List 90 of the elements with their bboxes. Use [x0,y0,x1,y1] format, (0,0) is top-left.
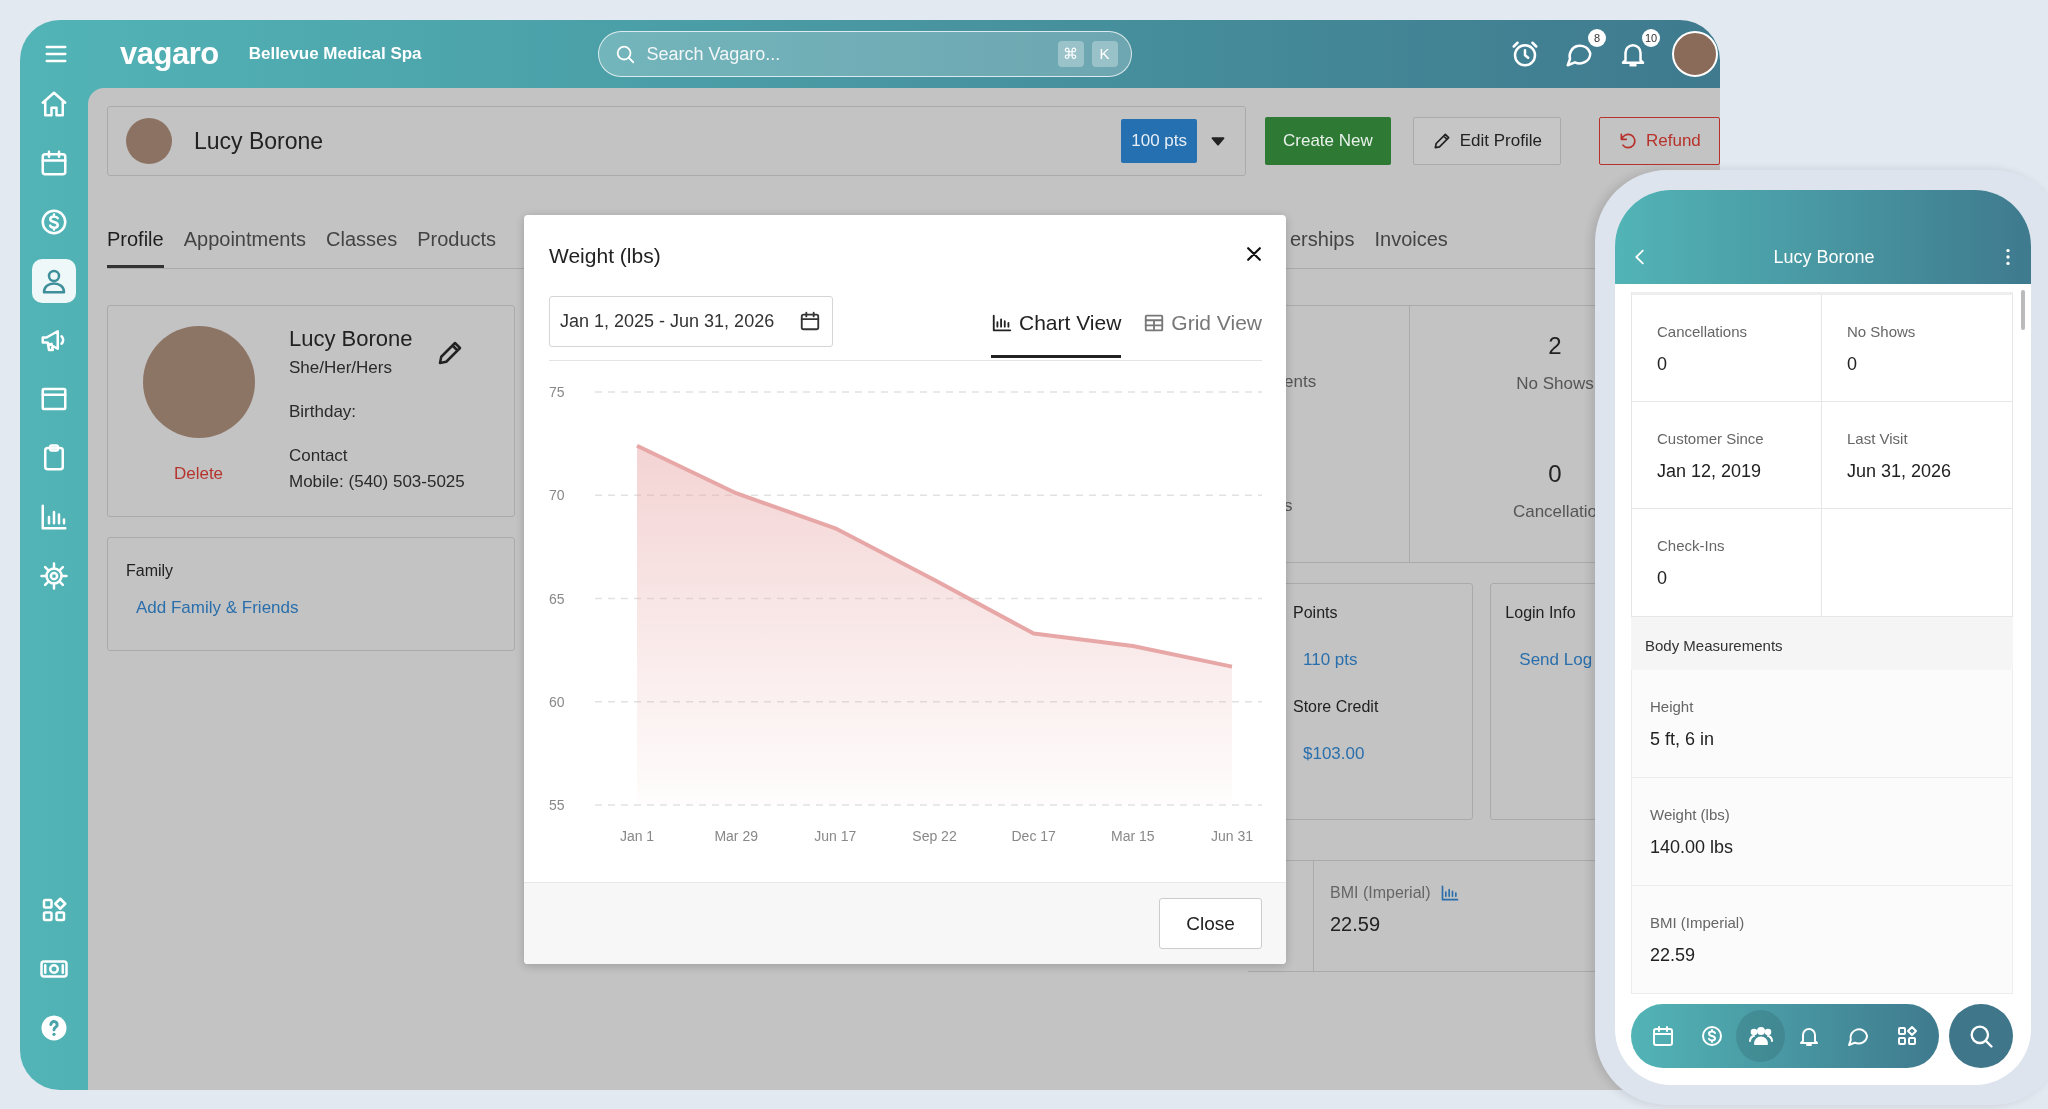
stat-value: 2 [1548,332,1562,360]
y-axis-label: 65 [549,590,565,607]
house-icon [39,89,69,119]
measurement-value: 22.59 [1650,945,1697,966]
points-value[interactable]: 110 pts [1303,650,1358,670]
x-axis-label: Jun 17 [814,828,857,844]
measurement-label: BMI (Imperial) [1650,914,1746,931]
tab[interactable]: Classes [326,224,398,268]
measurement-label: Weight (lbs) [1650,806,1731,823]
stat-label: Customer Since [1657,430,1765,447]
store-credit-value[interactable]: $103.00 [1303,744,1365,764]
delete-link[interactable]: Delete [173,464,224,484]
close-icon[interactable] [1244,244,1264,264]
y-axis-label: 70 [549,487,565,504]
stat-label: Cancellatio [1512,502,1598,522]
calendar-icon [39,148,69,178]
avatar[interactable] [1672,31,1718,77]
card-title: Family [126,562,175,580]
stat-value: Jun 31, 2026 [1847,461,1953,482]
stat-label: No Shows [1847,323,1917,340]
card-title: Points [1293,604,1339,622]
tab[interactable]: Profile [107,224,164,268]
customer-name: Lucy Borone [289,326,413,352]
measurement-label: Height [1650,698,1695,715]
stat-value: 0 [1657,568,1668,589]
tab[interactable]: Invoices [1374,224,1448,268]
calendar-icon [799,310,821,332]
send-login-link[interactable]: Send Log [1519,650,1593,670]
close-button[interactable]: Close [1159,898,1262,949]
shortcut-key: ⌘ [1057,41,1084,67]
x-axis-label: Sep 22 [912,828,957,844]
tab[interactable]: erships [1290,224,1355,268]
tab[interactable]: Products [417,224,497,268]
create-new-button[interactable]: Create New [1265,117,1391,165]
stat-label: Cancellations [1657,323,1749,340]
add-family-link[interactable]: Add Family & Friends [136,598,514,618]
dollar-icon [39,207,69,237]
business-name: Bellevue Medical Spa [248,44,422,64]
stat-value: 0 [1847,354,1858,375]
measurement-value: 22.59 [1330,913,1382,936]
x-axis-label: Mar 29 [714,828,758,844]
bar-chart-icon[interactable] [1440,883,1461,903]
shortcut-key: K [1091,41,1118,67]
settings-icon [39,561,69,591]
scrollbar-thumb[interactable] [2021,290,2025,330]
stat-label: Last Visit [1847,430,1909,447]
date-range-field[interactable]: Jan 1, 2025 - Jun 31, 2026 [549,296,833,347]
stat-value: 0 [1657,354,1668,375]
x-axis-label: Jan 1 [619,828,655,844]
stat-value: 0 [1548,460,1562,488]
stat-label: No Shows [1516,374,1594,394]
y-axis-label: 60 [549,693,565,710]
mobile-number: Mobile: (540) 503-5025 [289,472,465,492]
measurement-value: 140.00 lbs [1650,837,1735,858]
tab[interactable]: Appointments [183,224,306,268]
avatar [126,118,172,164]
card-title: Login Info [1505,604,1577,622]
sidebar-item[interactable] [32,259,76,303]
help-icon [39,1013,69,1043]
points-badge: 100 pts [1121,119,1197,163]
screen-title: Lucy Borone [1773,247,1875,268]
x-axis-label: Jun 31 [1211,828,1253,844]
stat-label: Check-Ins [1657,537,1726,554]
refund-button[interactable]: Refund [1598,117,1720,165]
alarm-clock-icon[interactable] [1510,39,1540,69]
card-title: Store Credit [1293,698,1380,716]
stat-value: Jan 12, 2019 [1657,461,1763,482]
notification-badge: 8 [1588,29,1606,47]
bar-chart-icon [39,502,69,532]
y-axis-label: 55 [549,797,565,813]
x-axis-label: Mar 15 [1111,828,1155,844]
calendar-icon [1651,1024,1676,1048]
dialog-title: Weight (lbs) [549,244,661,268]
dollar-icon [1700,1024,1724,1048]
customer-name: Lucy Borone [194,127,324,155]
measurement-label: BMI (Imperial) [1330,884,1431,902]
birthday-label: Birthday: [289,402,358,422]
people-icon [1748,1024,1773,1048]
x-axis-label: Dec 17 [1011,828,1056,844]
edit-profile-button[interactable]: Edit Profile [1412,117,1561,165]
nav-item[interactable] [1736,1010,1785,1062]
contact-label: Contact [289,446,349,466]
stat-label: ents [1284,372,1318,392]
y-axis-label: 75 [549,384,565,400]
measurement-value: 5 ft, 6 in [1650,729,1716,750]
view-tab[interactable]: Chart View [991,296,1122,358]
view-tab[interactable]: Grid View [1143,296,1262,358]
notification-badge: 10 [1642,29,1660,47]
pronouns: She/Her/Hers [289,358,393,378]
section-header: Body Measurements [1631,617,2013,670]
